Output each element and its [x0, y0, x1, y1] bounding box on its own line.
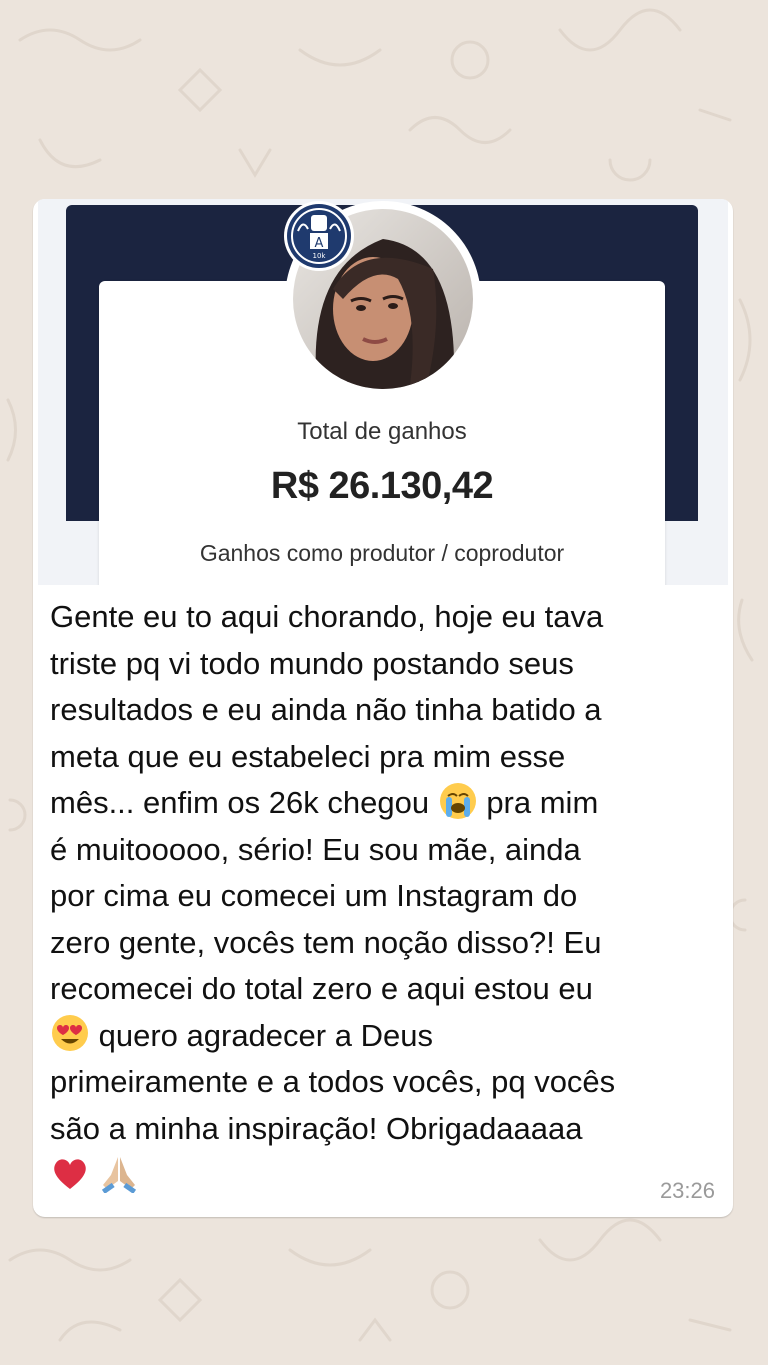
message-text: Gente eu to aqui chorando, hoje eu tava …	[50, 594, 730, 1199]
message-line: triste pq vi todo mundo postando seus	[50, 645, 574, 681]
message-fragment: pra mim	[477, 785, 599, 820]
message-line	[50, 1152, 730, 1199]
message-line: por cima eu comecei um Instagram do	[50, 878, 578, 913]
message-line: é muitooooo, sério! Eu sou mãe, ainda	[50, 831, 581, 867]
fist-raised-icon: A 10k	[287, 204, 351, 268]
folded-hands-icon	[101, 1156, 136, 1193]
red-heart-icon	[54, 1159, 86, 1189]
message-line: resultados e eu ainda não tinha batido a	[50, 692, 602, 727]
message-line: primeiramente e a todos vocês, pq vocês	[50, 1064, 616, 1099]
message-line: recomecei do total zero e aqui estou eu	[50, 971, 593, 1006]
message-line: são a minha inspiração! Obrigadaaaaa	[50, 1110, 583, 1146]
message-image[interactable]: Total de ganhos R$ 26.130,42 Ganhos como…	[38, 199, 728, 585]
earnings-amount: R$ 26.130,42	[270, 465, 494, 507]
heart-eyes-face-icon	[52, 1015, 88, 1052]
earnings-subtitle: Ganhos como produtor / coprodutor	[199, 540, 565, 566]
message-line: Gente eu to aqui chorando, hoje eu tava	[50, 599, 604, 634]
badge-letter: A	[315, 236, 324, 251]
message-fragment: quero agradecer a Deus	[90, 1017, 433, 1053]
message-line: meta que eu estabeleci pra mim esse	[50, 738, 566, 774]
badge-text: 10k	[313, 252, 327, 260]
level-badge: A 10k	[284, 201, 354, 271]
message-timestamp: 23:26	[659, 1178, 715, 1203]
message-line: mês... enfim os 26k chegou pra mim	[50, 780, 730, 827]
message-bubble[interactable]: Total de ganhos R$ 26.130,42 Ganhos como…	[33, 199, 733, 1217]
message-line: zero gente, vocês tem noção disso?! Eu	[50, 924, 602, 960]
loudly-crying-face-icon	[439, 782, 476, 819]
earnings-label: Total de ganhos	[297, 418, 467, 445]
message-line: quero agradecer a Deus	[50, 1013, 730, 1060]
message-fragment: mês... enfim os 26k chegou	[50, 785, 438, 820]
